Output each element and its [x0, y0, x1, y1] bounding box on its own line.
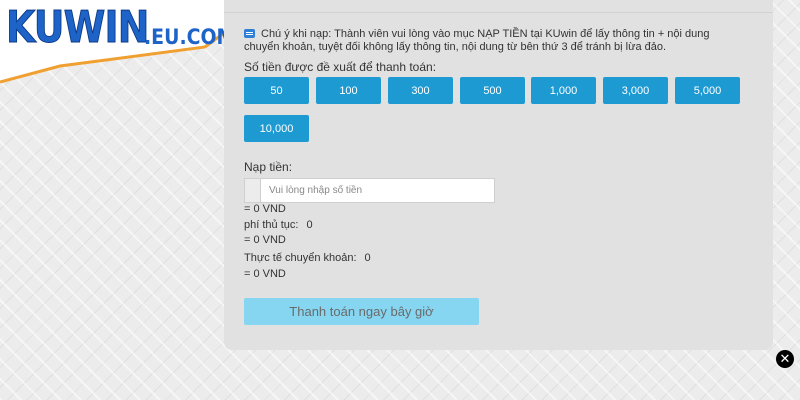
deposit-notice: Chú ý khi nạp: Thành viên vui lòng vào m…	[244, 28, 744, 54]
amount-button-500[interactable]: 500	[460, 77, 525, 104]
logo-brand-name: KUWIN	[6, 2, 150, 53]
actual-transfer-line: Thực tế chuyển khoản: 0	[244, 252, 371, 264]
pay-now-button[interactable]: Thanh toán ngay bây giờ	[244, 298, 479, 325]
logo-text: KUWIN .EU.COM	[6, 2, 245, 53]
amount-button-300[interactable]: 300	[388, 77, 453, 104]
deposit-amount-vnd: = 0 VND	[244, 203, 286, 215]
amount-button-3000[interactable]: 3,000	[603, 77, 668, 104]
close-icon[interactable]: ✕	[776, 350, 794, 368]
fee-line: phí thủ tục: 0	[244, 219, 313, 231]
amount-button-1000[interactable]: 1,000	[531, 77, 596, 104]
actual-transfer-vnd: = 0 VND	[244, 268, 286, 280]
info-icon	[244, 29, 255, 38]
notice-text: Chú ý khi nạp: Thành viên vui lòng vào m…	[244, 28, 710, 53]
suggested-amount-label: Số tiền được đề xuất để thanh toán:	[244, 60, 437, 74]
input-prefix	[244, 178, 260, 203]
fee-label: phí thủ tục:	[244, 219, 299, 231]
amount-button-10000[interactable]: 10,000	[244, 115, 309, 142]
logo-domain-suffix: .EU.COM	[143, 25, 236, 49]
actual-transfer-label: Thực tế chuyển khoản:	[244, 252, 357, 264]
deposit-panel: Chú ý khi nạp: Thành viên vui lòng vào m…	[224, 0, 773, 350]
brand-logo[interactable]: KUWIN .EU.COM	[0, 0, 235, 94]
actual-transfer-value: 0	[364, 252, 371, 264]
panel-divider	[224, 12, 773, 13]
amount-button-5000[interactable]: 5,000	[675, 77, 740, 104]
amount-button-50[interactable]: 50	[244, 77, 309, 104]
amount-button-100[interactable]: 100	[316, 77, 381, 104]
fee-value: 0	[306, 219, 313, 231]
fee-vnd: = 0 VND	[244, 234, 286, 246]
deposit-label: Nạp tiền:	[244, 160, 293, 174]
deposit-amount-input[interactable]	[260, 178, 495, 203]
